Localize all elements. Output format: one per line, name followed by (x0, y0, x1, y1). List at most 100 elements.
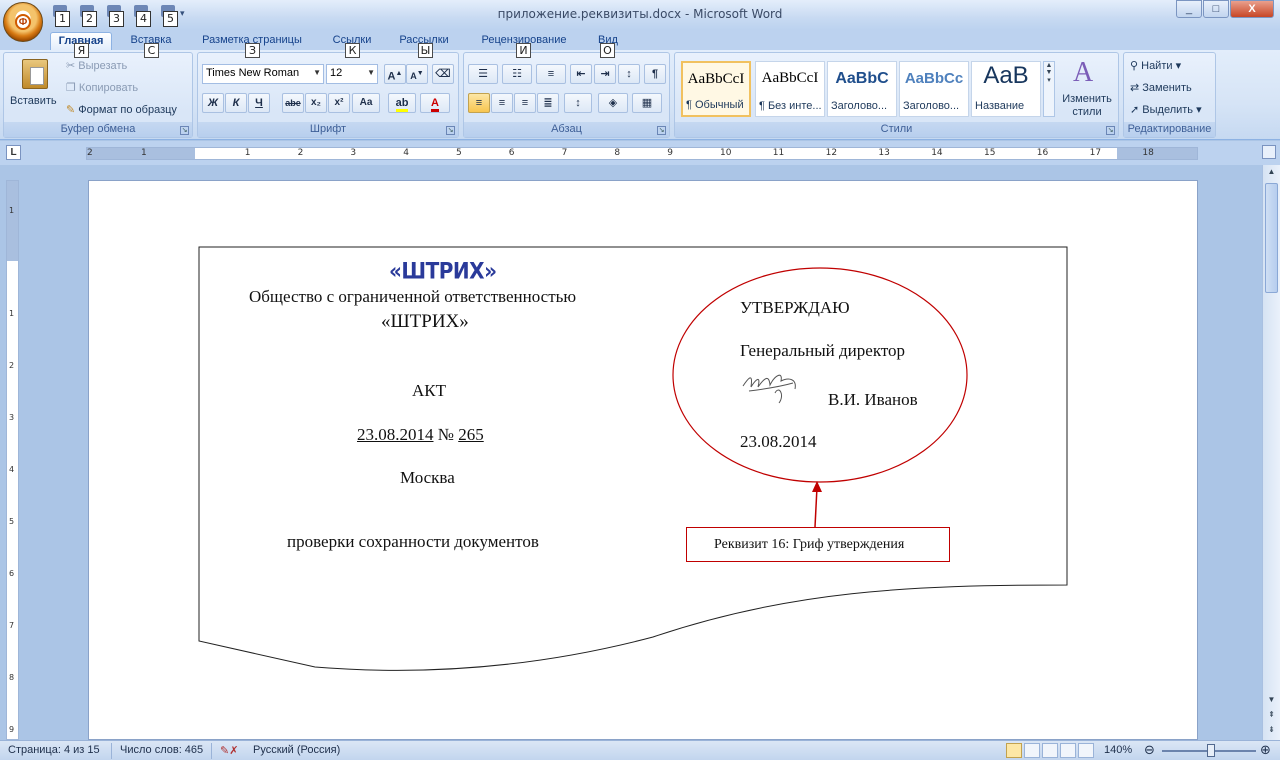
change-case-button[interactable]: Aa (352, 93, 380, 113)
increase-indent-icon[interactable]: ⇥ (594, 64, 616, 84)
replace-button[interactable]: ⇄ Заменить (1130, 81, 1192, 94)
office-button[interactable]: Ф (3, 2, 43, 42)
align-left-icon[interactable]: ≡ (468, 93, 490, 113)
multilevel-list-icon[interactable]: ≡ (536, 64, 566, 84)
spellcheck-icon[interactable]: ✎✗ (220, 744, 238, 757)
doc-city: Москва (400, 468, 455, 487)
grow-font-button[interactable]: A▲ (384, 64, 406, 84)
brush-icon: ✎ (66, 104, 79, 116)
chevron-down-icon: ▼ (313, 68, 321, 77)
ruler-number: 10 (720, 148, 732, 158)
approval-date: 23.08.2014 (740, 432, 817, 451)
close-button[interactable]: X (1230, 0, 1274, 18)
ribbon-tabs: Главная Вставка Разметка страницы Ссылки… (0, 30, 1280, 50)
styles-scroll[interactable]: ▲ ▼ ▾ (1043, 61, 1055, 117)
scroll-down-icon[interactable]: ▼ (1265, 695, 1278, 708)
next-page-icon[interactable]: ⇟ (1265, 725, 1278, 738)
scroll-up-icon[interactable]: ▲ (1265, 167, 1278, 180)
clear-format-icon[interactable]: ⌫ (432, 64, 454, 84)
superscript-button[interactable]: x² (328, 93, 350, 113)
ruler-number: 2 (297, 148, 304, 158)
highlight-icon[interactable]: ab (388, 93, 416, 113)
align-right-icon[interactable]: ≡ (514, 93, 536, 113)
approval-name: В.И. Иванов (828, 390, 918, 409)
style-heading-1[interactable]: AaBbC Заголово... (827, 61, 897, 117)
web-layout-icon[interactable] (1042, 743, 1058, 758)
strikethrough-button[interactable]: abe (282, 93, 304, 113)
editing-group: ⚲ Найти ▾ ⇄ Заменить ➚ Выделить ▾ Редакт… (1123, 52, 1216, 138)
ruler-number: 1 (244, 148, 251, 158)
show-marks-icon[interactable]: ¶ (644, 64, 666, 84)
ruler-number: 4 (403, 148, 409, 158)
style-name: Заголово... (831, 100, 888, 112)
group-label: Шрифт (198, 122, 458, 137)
full-screen-reading-icon[interactable] (1024, 743, 1040, 758)
view-ruler-icon[interactable] (1262, 145, 1276, 159)
dialog-launcher-icon[interactable]: ↘ (657, 126, 666, 135)
word-count[interactable]: Число слов: 465 (120, 744, 203, 756)
ruler-number: 2 (9, 361, 15, 370)
copy-button[interactable]: ❐ Копировать (66, 81, 138, 94)
shrink-font-button[interactable]: A▼ (406, 64, 428, 84)
style-title[interactable]: AaB Название (971, 61, 1041, 117)
org-name-line1: Общество с ограниченной ответственностью (249, 287, 577, 306)
language-indicator[interactable]: Русский (Россия) (253, 744, 340, 756)
justify-icon[interactable]: ≣ (537, 93, 559, 113)
font-size-select[interactable]: 12 ▼ (326, 64, 378, 84)
style-sample: AaBbCcI (761, 70, 819, 86)
change-styles-icon: A (1073, 57, 1094, 88)
dialog-launcher-icon[interactable]: ↘ (180, 126, 189, 135)
document-page[interactable]: «ШТРИХ» Общество с ограниченной ответств… (88, 180, 1198, 740)
maximize-button[interactable]: □ (1203, 0, 1229, 18)
scrollbar-thumb[interactable] (1265, 183, 1278, 293)
ruler-number: 14 (931, 148, 943, 158)
vertical-ruler[interactable]: 1 1 2 3 4 5 6 7 8 9 (6, 180, 19, 740)
format-painter-button[interactable]: ✎ Формат по образцу (66, 103, 177, 116)
ruler-number: 6 (9, 569, 15, 578)
ruler-number: 16 (1036, 148, 1049, 158)
sort-icon[interactable]: ↕ (618, 64, 640, 84)
tab-selector[interactable]: L (6, 145, 21, 160)
numbering-icon[interactable]: ☷ (502, 64, 532, 84)
shading-icon[interactable]: ◈ (598, 93, 628, 113)
change-styles-button[interactable]: A Изменить стили (1059, 57, 1115, 119)
subscript-button[interactable]: x₂ (305, 93, 327, 113)
find-button[interactable]: ⚲ Найти ▾ (1130, 59, 1181, 72)
page-counter[interactable]: Страница: 4 из 15 (8, 744, 100, 756)
zoom-in-icon[interactable]: ⊕ (1260, 742, 1271, 758)
paste-button[interactable]: Вставить (8, 57, 62, 117)
dialog-launcher-icon[interactable]: ↘ (446, 126, 455, 135)
prev-page-icon[interactable]: ⇞ (1265, 710, 1278, 723)
style-sample: AaBbCcI (687, 71, 745, 87)
cut-button[interactable]: ✂ Вырезать (66, 59, 127, 72)
doc-type: АКТ (412, 381, 446, 400)
underline-button[interactable]: Ч (248, 93, 270, 113)
approval-position: Генеральный директор (740, 341, 906, 360)
dialog-launcher-icon[interactable]: ↘ (1106, 126, 1115, 135)
align-center-icon[interactable]: ≡ (491, 93, 513, 113)
italic-button[interactable]: К (225, 93, 247, 113)
font-family-select[interactable]: Times New Roman ▼ (202, 64, 324, 84)
decrease-indent-icon[interactable]: ⇤ (570, 64, 592, 84)
ruler-number: 4 (9, 465, 15, 474)
print-layout-icon[interactable] (1006, 743, 1022, 758)
bullets-icon[interactable]: ☰ (468, 64, 498, 84)
zoom-level[interactable]: 140% (1104, 744, 1132, 756)
horizontal-ruler[interactable]: 2 1 1 2 3 4 5 6 7 8 9 10 11 12 13 14 15 16 17 18 (86, 147, 1198, 160)
vertical-scrollbar[interactable]: ▲ ▼ ⇞ ⇟ (1262, 165, 1280, 740)
style-heading-2[interactable]: AaBbCc Заголово... (899, 61, 969, 117)
bold-button[interactable]: Ж (202, 93, 224, 113)
zoom-slider-thumb[interactable] (1207, 744, 1215, 757)
minimize-button[interactable]: _ (1176, 0, 1202, 18)
style-no-spacing[interactable]: AaBbCcI ¶ Без инте... (755, 61, 825, 117)
draft-icon[interactable] (1078, 743, 1094, 758)
zoom-out-icon[interactable]: ⊖ (1144, 742, 1155, 758)
line-spacing-icon[interactable]: ↕ (564, 93, 592, 113)
divider (211, 743, 212, 759)
style-normal[interactable]: AaBbCcI ¶ Обычный (681, 61, 751, 117)
select-button[interactable]: ➚ Выделить ▾ (1130, 103, 1202, 116)
approval-title: УТВЕРЖДАЮ (740, 298, 850, 317)
borders-icon[interactable]: ▦ (632, 93, 662, 113)
outline-icon[interactable] (1060, 743, 1076, 758)
font-color-icon[interactable]: A (420, 93, 450, 113)
